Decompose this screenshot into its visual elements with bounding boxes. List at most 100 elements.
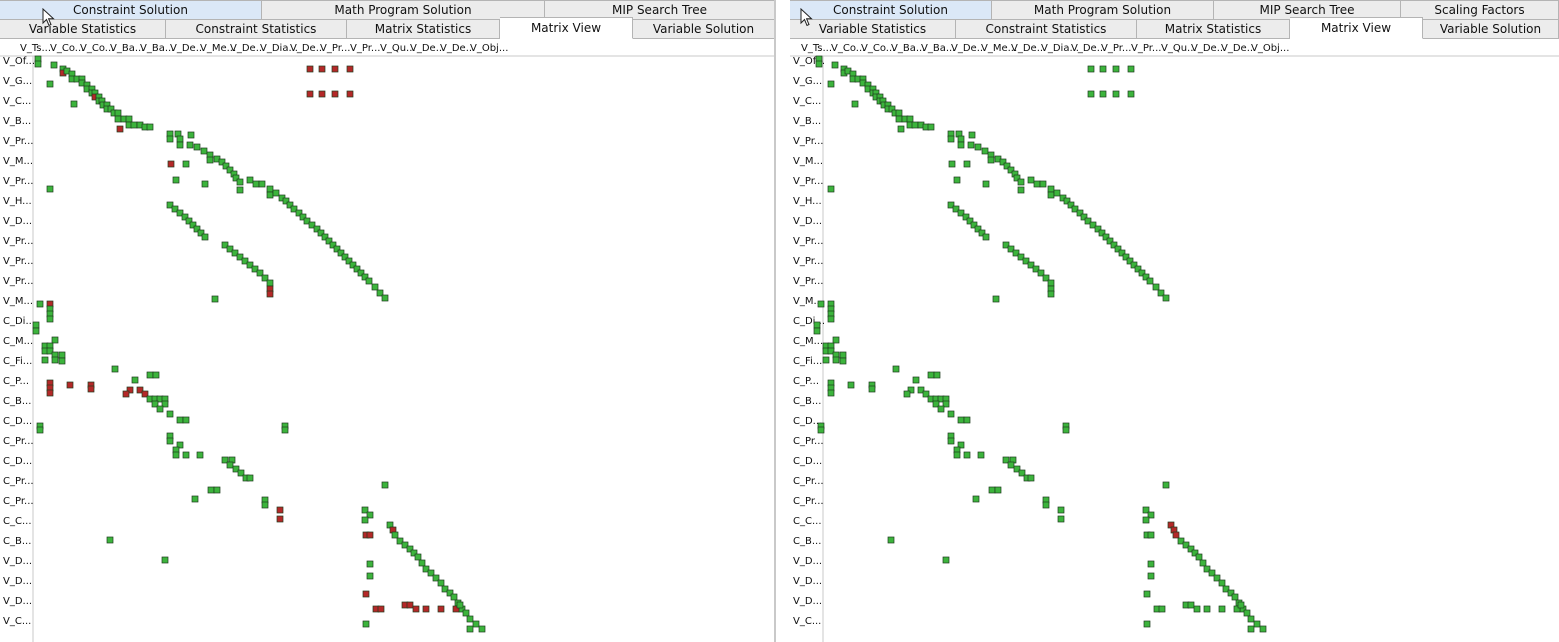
matrix-cell-positive[interactable]	[1112, 65, 1120, 73]
matrix-cell-positive[interactable]	[1162, 481, 1170, 489]
right-tab-variable-statistics[interactable]: Variable Statistics	[790, 19, 956, 39]
left-tab-constraint-statistics[interactable]: Constraint Statistics	[166, 19, 347, 39]
matrix-cell-positive[interactable]	[839, 351, 847, 359]
matrix-cell-negative[interactable]	[406, 601, 414, 609]
matrix-cell-negative[interactable]	[46, 389, 54, 397]
matrix-cell-positive[interactable]	[266, 279, 274, 287]
matrix-cell-positive[interactable]	[161, 556, 169, 564]
matrix-cell-positive[interactable]	[1057, 506, 1065, 514]
matrix-cell-positive[interactable]	[942, 556, 950, 564]
left-tab-matrix-statistics[interactable]: Matrix Statistics	[347, 19, 500, 39]
matrix-cell-positive[interactable]	[897, 125, 905, 133]
matrix-cell-positive[interactable]	[1053, 189, 1061, 197]
matrix-cell-positive[interactable]	[847, 381, 855, 389]
matrix-cell-positive[interactable]	[466, 625, 474, 633]
matrix-cell-positive[interactable]	[953, 176, 961, 184]
matrix-cell-positive[interactable]	[131, 376, 139, 384]
matrix-cell-positive[interactable]	[895, 115, 903, 123]
matrix-cell-positive[interactable]	[381, 294, 389, 302]
matrix-cell-positive[interactable]	[1087, 90, 1095, 98]
matrix-cell-positive[interactable]	[1247, 625, 1255, 633]
matrix-cell-positive[interactable]	[261, 501, 269, 509]
right-tab-scaling-factors[interactable]: Scaling Factors	[1401, 0, 1559, 20]
matrix-cell-positive[interactable]	[32, 327, 40, 335]
matrix-cell-positive[interactable]	[1047, 185, 1055, 193]
matrix-cell-negative[interactable]	[318, 65, 326, 73]
matrix-cell-positive[interactable]	[1047, 279, 1055, 287]
matrix-view-right[interactable]: V_Ts...V_Co...V_Co...V_Ba...V_Ba...V_De.…	[790, 38, 1559, 642]
matrix-cell-positive[interactable]	[418, 559, 426, 567]
matrix-cell-positive[interactable]	[1142, 516, 1150, 524]
left-tab-constraint-solution[interactable]: Constraint Solution	[0, 0, 262, 20]
matrix-cell-positive[interactable]	[36, 300, 44, 308]
matrix-cell-positive[interactable]	[201, 233, 209, 241]
matrix-cell-positive[interactable]	[963, 160, 971, 168]
matrix-cell-positive[interactable]	[58, 351, 66, 359]
matrix-cell-positive[interactable]	[172, 176, 180, 184]
matrix-cell-positive[interactable]	[827, 315, 835, 323]
matrix-cell-positive[interactable]	[1033, 180, 1041, 188]
matrix-cell-positive[interactable]	[1017, 186, 1025, 194]
matrix-cell-positive[interactable]	[193, 143, 201, 151]
matrix-cell-negative[interactable]	[437, 605, 445, 613]
matrix-cell-positive[interactable]	[1039, 180, 1047, 188]
matrix-cell-positive[interactable]	[977, 451, 985, 459]
matrix-cell-positive[interactable]	[1187, 601, 1195, 609]
matrix-cell-negative[interactable]	[122, 390, 130, 398]
matrix-cell-positive[interactable]	[1193, 605, 1201, 613]
matrix-cell-positive[interactable]	[817, 300, 825, 308]
matrix-cell-positive[interactable]	[34, 60, 42, 68]
matrix-cell-positive[interactable]	[226, 461, 234, 469]
matrix-cell-positive[interactable]	[166, 410, 174, 418]
matrix-cell-positive[interactable]	[968, 131, 976, 139]
matrix-cell-positive[interactable]	[906, 115, 914, 123]
matrix-cell-positive[interactable]	[827, 389, 835, 397]
matrix-cell-positive[interactable]	[466, 615, 474, 623]
matrix-cell-positive[interactable]	[988, 486, 996, 494]
matrix-cell-positive[interactable]	[414, 553, 422, 561]
matrix-cell-positive[interactable]	[191, 495, 199, 503]
matrix-cell-positive[interactable]	[478, 625, 486, 633]
matrix-cell-negative[interactable]	[276, 506, 284, 514]
matrix-cell-positive[interactable]	[832, 336, 840, 344]
matrix-cell-negative[interactable]	[377, 605, 385, 613]
matrix-cell-negative[interactable]	[306, 90, 314, 98]
matrix-cell-positive[interactable]	[1243, 609, 1251, 617]
matrix-cell-positive[interactable]	[51, 356, 59, 364]
matrix-cell-negative[interactable]	[318, 90, 326, 98]
matrix-cell-negative[interactable]	[412, 605, 420, 613]
matrix-cell-positive[interactable]	[462, 609, 470, 617]
matrix-cell-positive[interactable]	[827, 185, 835, 193]
matrix-cell-positive[interactable]	[111, 365, 119, 373]
matrix-cell-negative[interactable]	[346, 65, 354, 73]
matrix-cell-positive[interactable]	[361, 516, 369, 524]
matrix-cell-positive[interactable]	[472, 620, 480, 628]
matrix-cell-positive[interactable]	[911, 121, 919, 129]
matrix-cell-positive[interactable]	[50, 61, 58, 69]
matrix-cell-positive[interactable]	[868, 385, 876, 393]
matrix-cell-positive[interactable]	[992, 295, 1000, 303]
matrix-cell-positive[interactable]	[70, 100, 78, 108]
matrix-cell-positive[interactable]	[437, 579, 445, 587]
matrix-cell-positive[interactable]	[1253, 620, 1261, 628]
matrix-cell-negative[interactable]	[362, 590, 370, 598]
matrix-cell-positive[interactable]	[1112, 90, 1120, 98]
matrix-cell-positive[interactable]	[246, 176, 254, 184]
matrix-cell-positive[interactable]	[196, 451, 204, 459]
matrix-cell-positive[interactable]	[1143, 620, 1151, 628]
matrix-cell-positive[interactable]	[982, 180, 990, 188]
matrix-cell-positive[interactable]	[182, 416, 190, 424]
right-tab-matrix-statistics[interactable]: Matrix Statistics	[1137, 19, 1290, 39]
matrix-cell-positive[interactable]	[813, 321, 821, 329]
right-tab-constraint-statistics[interactable]: Constraint Statistics	[956, 19, 1137, 39]
right-tab-constraint-solution[interactable]: Constraint Solution	[790, 0, 992, 20]
matrix-cell-positive[interactable]	[1027, 474, 1035, 482]
matrix-cell-positive[interactable]	[176, 416, 184, 424]
matrix-cell-positive[interactable]	[981, 147, 989, 155]
matrix-cell-positive[interactable]	[1162, 294, 1170, 302]
matrix-cell-positive[interactable]	[252, 180, 260, 188]
matrix-cell-positive[interactable]	[236, 178, 244, 186]
matrix-cell-positive[interactable]	[1042, 501, 1050, 509]
matrix-cell-positive[interactable]	[201, 180, 209, 188]
matrix-cell-positive[interactable]	[166, 135, 174, 143]
